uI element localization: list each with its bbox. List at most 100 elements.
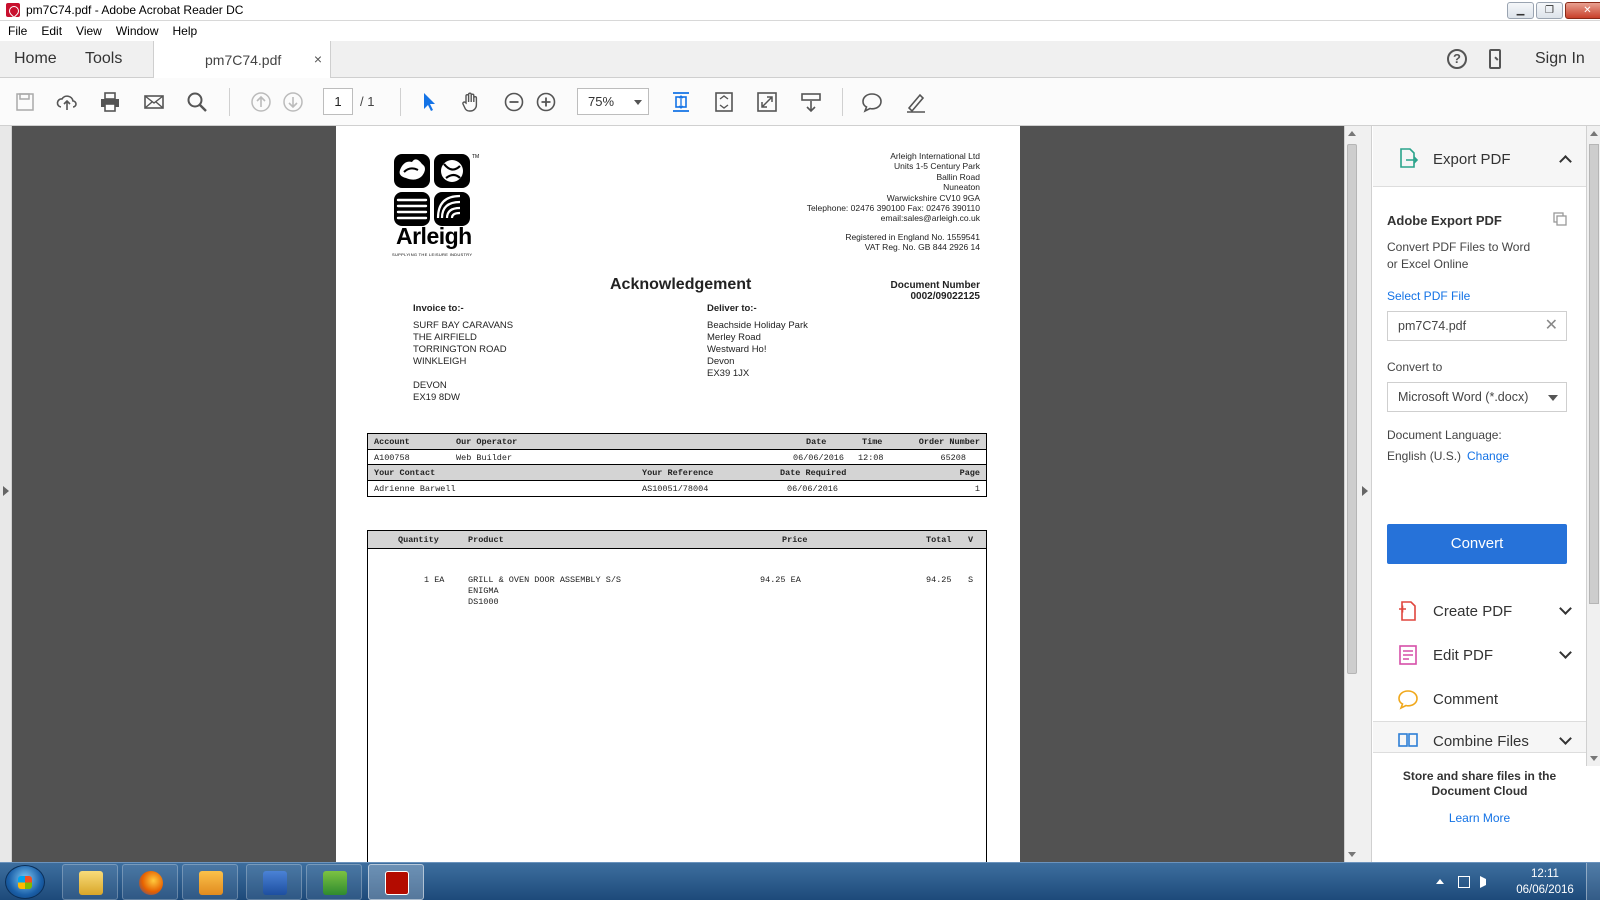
zoom-in-icon[interactable] — [535, 91, 557, 113]
document-title: Acknowledgement — [610, 276, 752, 293]
tool-comment[interactable]: Comment — [1373, 680, 1586, 720]
scroll-mode-icon[interactable] — [670, 91, 692, 113]
tab-document[interactable]: pm7C74.pdf × — [153, 41, 331, 78]
zoom-level-select[interactable]: 75% — [577, 88, 649, 115]
order-header-table: Account Our Operator Date Time Order Num… — [367, 433, 987, 497]
tool-label: Create PDF — [1433, 603, 1513, 620]
change-language-link[interactable]: Change — [1467, 449, 1509, 463]
show-hidden-icons-icon[interactable] — [1436, 879, 1444, 884]
hand-tool-icon[interactable] — [460, 91, 482, 113]
network-icon[interactable] — [1458, 876, 1470, 888]
create-pdf-icon — [1399, 601, 1416, 621]
upload-cloud-icon[interactable] — [56, 91, 78, 113]
scroll-down-arrow-icon[interactable] — [1348, 852, 1356, 857]
taskbar-firefox[interactable] — [122, 864, 178, 900]
acrobat-icon — [385, 871, 409, 895]
taskbar-explorer[interactable] — [62, 864, 118, 900]
menu-help[interactable]: Help — [173, 24, 198, 38]
zoom-out-icon[interactable] — [503, 91, 525, 113]
menu-view[interactable]: View — [76, 24, 102, 38]
select-pdf-file-link[interactable]: Select PDF File — [1387, 289, 1470, 303]
tool-label: Combine Files — [1433, 733, 1529, 750]
window-title: pm7C74.pdf - Adobe Acrobat Reader DC — [26, 3, 244, 17]
learn-more-link[interactable]: Learn More — [1373, 811, 1586, 825]
fit-page-icon[interactable] — [713, 91, 735, 113]
tool-label: Comment — [1433, 691, 1499, 708]
firefox-icon — [139, 871, 163, 895]
print-icon[interactable] — [99, 91, 121, 113]
scroll-up-arrow-icon[interactable] — [1590, 131, 1598, 136]
tab-tools[interactable]: Tools — [85, 50, 122, 68]
taskbar-acrobat[interactable] — [368, 864, 424, 900]
minimize-button[interactable]: ▁ — [1507, 2, 1534, 19]
sign-in-link[interactable]: Sign In — [1535, 50, 1585, 68]
menu-window[interactable]: Window — [116, 24, 159, 38]
full-screen-icon[interactable] — [756, 91, 778, 113]
maximize-button[interactable]: ❐ — [1536, 2, 1563, 19]
volume-icon[interactable] — [1480, 876, 1492, 888]
document-viewer[interactable]: TM Arleigh SUPPLYING THE LEISURE INDUSTR… — [0, 126, 1344, 862]
tab-home[interactable]: Home — [14, 50, 57, 68]
invoice-to-block: Invoice to:- SURF BAY CARAVANS THE AIRFI… — [413, 303, 514, 403]
chevron-down-icon[interactable] — [1559, 732, 1572, 745]
acrobat-app-icon — [6, 3, 20, 17]
clear-file-icon[interactable]: ✕ — [1545, 312, 1558, 340]
chevron-down-icon[interactable] — [1559, 602, 1572, 615]
comment-icon[interactable] — [861, 91, 883, 113]
scroll-down-arrow-icon[interactable] — [1590, 756, 1598, 761]
select-cursor-icon[interactable] — [418, 91, 440, 113]
previous-page-icon[interactable] — [250, 91, 272, 113]
window-titlebar: pm7C74.pdf - Adobe Acrobat Reader DC ▁ ❐… — [0, 0, 1600, 21]
window-controls: ▁ ❐ ✕ — [1505, 2, 1600, 19]
right-pane-toggle[interactable] — [1358, 126, 1372, 862]
scroll-up-arrow-icon[interactable] — [1348, 131, 1356, 136]
next-page-icon[interactable] — [282, 91, 304, 113]
convert-button[interactable]: Convert — [1387, 524, 1567, 564]
export-pdf-header[interactable]: Export PDF — [1373, 138, 1586, 182]
scrollbar-thumb[interactable] — [1347, 144, 1357, 674]
tools-pane-scrollbar[interactable] — [1586, 126, 1600, 766]
taskbar-outlook[interactable] — [182, 864, 238, 900]
chevron-down-icon[interactable] — [1559, 646, 1572, 659]
tool-combine-files[interactable]: Combine Files — [1373, 722, 1586, 752]
start-button[interactable] — [5, 865, 45, 899]
menu-file[interactable]: File — [8, 24, 27, 38]
system-clock[interactable]: 12:11 06/06/2016 — [1510, 866, 1580, 898]
taskbar-sage[interactable] — [306, 864, 362, 900]
document-number: Document Number 0002/09022125 — [890, 280, 980, 302]
document-language-label: Document Language: — [1387, 428, 1502, 442]
read-mode-icon[interactable] — [800, 91, 822, 113]
page-number-input[interactable]: 1 — [323, 88, 353, 115]
svg-text:TM: TM — [472, 154, 479, 160]
convert-to-label: Convert to — [1387, 360, 1443, 374]
search-icon[interactable] — [186, 91, 208, 113]
convert-to-select[interactable]: Microsoft Word (*.docx) — [1387, 382, 1567, 412]
email-icon[interactable] — [143, 91, 165, 113]
mobile-link-icon[interactable] — [1489, 49, 1501, 69]
close-tab-icon[interactable]: × — [314, 51, 322, 67]
tool-create-pdf[interactable]: Create PDF — [1373, 592, 1586, 632]
menu-edit[interactable]: Edit — [41, 24, 62, 38]
tools-pane: Export PDF Adobe Export PDF Convert PDF … — [1373, 126, 1586, 862]
save-icon[interactable] — [14, 91, 36, 113]
chevron-down-icon — [634, 100, 642, 105]
table-row: Your Contact Your Reference Date Require… — [368, 465, 986, 481]
taskbar-word[interactable] — [246, 864, 302, 900]
logo-tagline: SUPPLYING THE LEISURE INDUSTRY — [392, 252, 473, 257]
pdf-page: TM Arleigh SUPPLYING THE LEISURE INDUSTR… — [336, 126, 1020, 862]
show-desktop-button[interactable] — [1586, 863, 1600, 900]
left-nav-pane-toggle[interactable] — [0, 126, 12, 862]
close-window-button[interactable]: ✕ — [1565, 2, 1600, 19]
selected-file-field[interactable]: pm7C74.pdf ✕ — [1387, 311, 1567, 341]
outlook-icon — [199, 871, 223, 895]
help-icon[interactable]: ? — [1447, 49, 1467, 69]
combine-files-icon — [1398, 733, 1418, 747]
cloud-promo-title: Store and share files in the Document Cl… — [1402, 769, 1557, 798]
document-scrollbar[interactable] — [1344, 126, 1358, 862]
highlight-pen-icon[interactable] — [905, 91, 927, 113]
tool-edit-pdf[interactable]: Edit PDF — [1373, 636, 1586, 676]
tab-bar: Home Tools pm7C74.pdf × ? Sign In — [0, 41, 1600, 78]
scrollbar-thumb[interactable] — [1589, 144, 1599, 604]
copy-link-icon[interactable] — [1552, 211, 1568, 227]
chevron-up-icon[interactable] — [1559, 155, 1572, 168]
